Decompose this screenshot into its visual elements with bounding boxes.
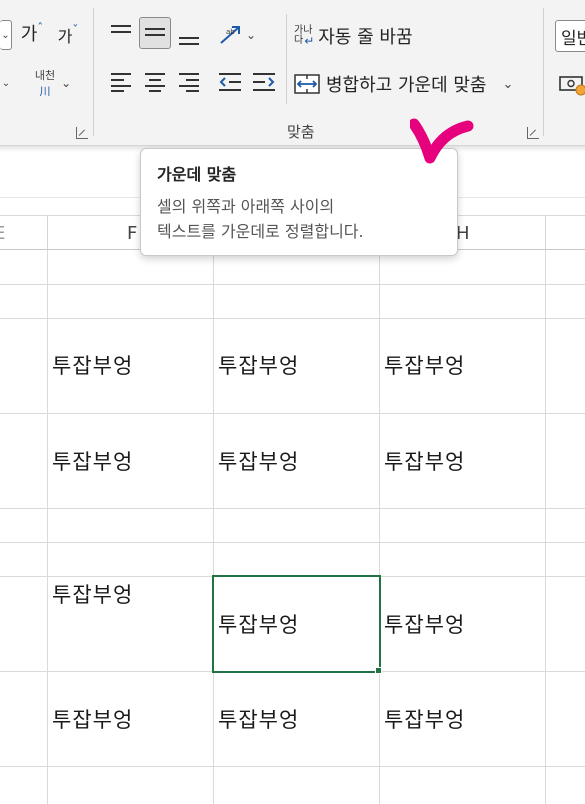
phonetic-label: 내천 bbox=[34, 69, 56, 82]
gridline-vertical bbox=[47, 250, 48, 804]
merge-cells-icon bbox=[294, 74, 320, 94]
group-divider bbox=[93, 8, 94, 136]
cell-f-r4[interactable]: 투잡부엉 bbox=[52, 446, 133, 476]
wrap-text-icon: 가나 다 ↵ bbox=[294, 25, 315, 48]
currency-format-button[interactable] bbox=[558, 70, 585, 100]
column-header-label: H bbox=[456, 222, 470, 244]
cell-g-r8[interactable]: 투잡부엉 bbox=[218, 704, 299, 734]
caret-down-icon: ˇ bbox=[72, 23, 79, 37]
align-left-icon bbox=[111, 73, 131, 92]
alignment-dialog-launcher-icon[interactable] bbox=[527, 127, 539, 139]
decrease-indent-icon bbox=[219, 73, 241, 91]
gridline-horizontal bbox=[0, 318, 585, 319]
font-dialog-launcher-icon[interactable] bbox=[76, 127, 88, 139]
cell-f-r3[interactable]: 투잡부엉 bbox=[52, 350, 133, 380]
group-divider bbox=[543, 8, 544, 136]
chevron-down-icon: ⌄ bbox=[502, 76, 514, 92]
column-header-e[interactable]: E bbox=[0, 216, 48, 250]
svg-text:ab: ab bbox=[226, 28, 235, 36]
orientation-button[interactable]: ab ⌄ bbox=[214, 20, 260, 50]
gridline-horizontal bbox=[0, 766, 585, 767]
chevron-down-icon: ⌄ bbox=[1, 29, 10, 41]
tooltip-description: 셀의 위쪽과 아래쪽 사이의 텍스트를 가운데로 정렬합니다. bbox=[157, 194, 364, 244]
merge-and-center-button[interactable]: 병합하고 가운데 맞춤 ⌄ bbox=[294, 66, 526, 102]
tooltip-description-line1: 셀의 위쪽과 아래쪽 사이의 bbox=[157, 197, 335, 216]
gridline-vertical bbox=[545, 250, 546, 804]
cell-g-r3[interactable]: 투잡부엉 bbox=[218, 350, 299, 380]
align-right-button[interactable] bbox=[174, 68, 204, 96]
cell-f-r8[interactable]: 투잡부엉 bbox=[52, 704, 133, 734]
gridline-horizontal bbox=[0, 284, 585, 285]
selected-cell-outline bbox=[212, 575, 381, 673]
tooltip-middle-align: 가운데 맞춤 셀의 위쪽과 아래쪽 사이의 텍스트를 가운데로 정렬합니다. bbox=[140, 148, 458, 256]
increase-indent-icon bbox=[253, 73, 275, 91]
ribbon-alignment-area: ⌄ 가 ˆ 가 ˇ ⌄ 내천 川 ⌄ ab ⌄ 가나 다 ↵ 자동 줄 바꿈 병… bbox=[0, 0, 585, 146]
increase-indent-button[interactable] bbox=[249, 68, 279, 96]
cell-h-r7[interactable]: 투잡부엉 bbox=[384, 609, 465, 639]
cell-h-r4[interactable]: 투잡부엉 bbox=[384, 446, 465, 476]
gridline-vertical bbox=[379, 250, 380, 804]
gridline-vertical bbox=[213, 250, 214, 804]
gridline-horizontal bbox=[0, 413, 585, 414]
align-right-icon bbox=[179, 73, 199, 92]
cell-h-r3[interactable]: 투잡부엉 bbox=[384, 350, 465, 380]
currency-icon bbox=[559, 76, 585, 96]
decrease-font-label: 가 bbox=[57, 27, 73, 46]
bottom-align-icon bbox=[179, 37, 199, 45]
align-center-icon bbox=[145, 73, 165, 92]
chevron-down-icon: ⌄ bbox=[245, 28, 257, 42]
decrease-font-size-button[interactable]: 가 ˇ bbox=[52, 20, 84, 50]
chevron-down-icon: ⌄ bbox=[61, 76, 72, 90]
checkmark-annotation-icon bbox=[410, 118, 474, 164]
bottom-align-button[interactable] bbox=[174, 24, 204, 52]
cell-h-r8[interactable]: 투잡부엉 bbox=[384, 704, 465, 734]
caret-up-icon: ˆ bbox=[37, 21, 44, 35]
column-header-label: E bbox=[0, 223, 5, 244]
chevron-down-icon: ⌄ bbox=[1, 77, 11, 89]
align-left-button[interactable] bbox=[106, 68, 136, 96]
phonetic-icon: 川 bbox=[39, 85, 51, 98]
cell-f-r7[interactable]: 투잡부엉 bbox=[52, 579, 133, 609]
column-header-label: F bbox=[127, 222, 138, 244]
fill-handle[interactable] bbox=[375, 667, 382, 674]
top-align-icon bbox=[111, 25, 131, 33]
group-divider bbox=[286, 14, 287, 104]
font-size-box[interactable]: ⌄ bbox=[0, 20, 12, 50]
wrap-text-label: 자동 줄 바꿈 bbox=[318, 27, 413, 48]
middle-align-button[interactable] bbox=[139, 17, 171, 49]
merge-and-center-label: 병합하고 가운데 맞춤 bbox=[326, 75, 487, 96]
cell-g-r4[interactable]: 투잡부엉 bbox=[218, 446, 299, 476]
middle-align-icon bbox=[145, 28, 165, 36]
decrease-indent-button[interactable] bbox=[215, 68, 245, 96]
tooltip-description-line2: 텍스트를 가운데로 정렬합니다. bbox=[157, 222, 364, 241]
orientation-icon: ab bbox=[220, 26, 240, 44]
phonetic-guide-button[interactable]: 내천 川 ⌄ bbox=[24, 64, 82, 102]
wrap-text-button[interactable]: 가나 다 ↵ 자동 줄 바꿈 bbox=[294, 20, 434, 52]
number-format-dropdown[interactable]: 일반 bbox=[555, 20, 585, 52]
increase-font-label: 가 bbox=[20, 24, 38, 45]
align-center-button[interactable] bbox=[140, 68, 170, 96]
gridline-horizontal bbox=[0, 508, 585, 509]
font-dropdown-partial[interactable]: ⌄ bbox=[0, 72, 12, 94]
tooltip-title: 가운데 맞춤 bbox=[157, 165, 237, 184]
number-format-value: 일반 bbox=[561, 28, 585, 49]
alignment-group-label: 맞춤 bbox=[287, 123, 315, 141]
top-align-button[interactable] bbox=[106, 18, 136, 46]
gridline-horizontal bbox=[0, 542, 585, 543]
increase-font-size-button[interactable]: 가 ˆ bbox=[15, 18, 49, 48]
